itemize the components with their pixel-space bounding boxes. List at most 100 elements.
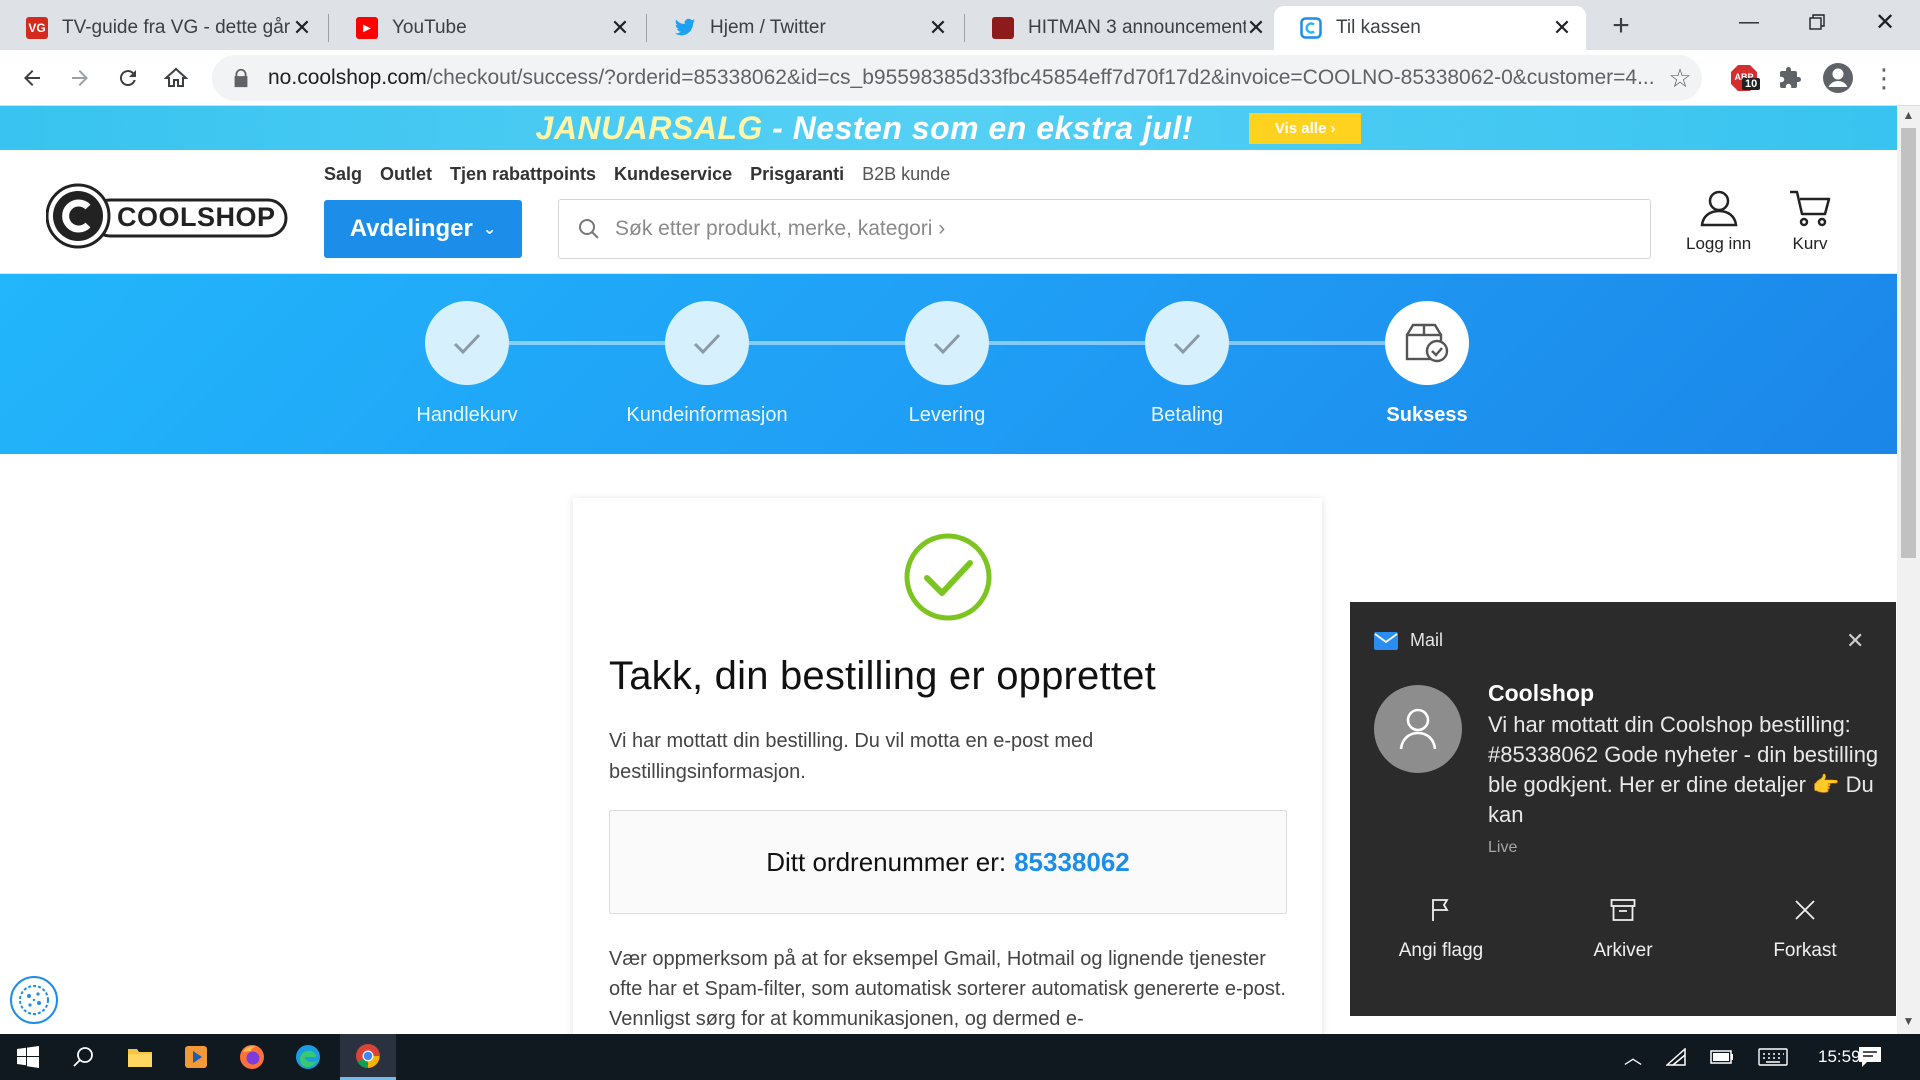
toast-dismiss-button[interactable]: Forkast xyxy=(1714,898,1896,998)
search-button[interactable] xyxy=(56,1034,112,1080)
link-b2b[interactable]: B2B kunde xyxy=(862,164,950,185)
search-input[interactable]: Søk etter produkt, merke, kategori › xyxy=(558,199,1651,259)
link-salg[interactable]: Salg xyxy=(324,164,362,185)
tab-title: Til kassen xyxy=(1336,17,1421,38)
link-kundeservice[interactable]: Kundeservice xyxy=(614,164,732,185)
address-bar[interactable]: no.coolshop.com/checkout/success/?orderi… xyxy=(212,55,1702,101)
login-button[interactable]: Logg inn xyxy=(1686,188,1751,254)
chrome-button[interactable] xyxy=(340,1034,396,1080)
bookmark-star-icon[interactable]: ☆ xyxy=(1658,63,1702,94)
tray-overflow-chevron-icon[interactable]: ︿ xyxy=(1624,1044,1642,1070)
back-button[interactable] xyxy=(14,60,50,96)
mail-notification-toast[interactable]: Mail ✕ Coolshop Vi har mottatt din Cools… xyxy=(1350,602,1896,1016)
step-levering[interactable]: Levering xyxy=(847,301,1047,427)
close-tab-icon[interactable]: ✕ xyxy=(1246,15,1266,40)
close-tab-icon[interactable]: ✕ xyxy=(610,15,630,40)
taskbar-search-icon xyxy=(73,1047,93,1067)
departments-button[interactable]: Avdelinger ⌄ xyxy=(324,200,522,258)
user-icon xyxy=(1700,190,1738,227)
new-tab-button[interactable]: + xyxy=(1605,9,1637,42)
close-tab-icon[interactable]: ✕ xyxy=(292,15,312,40)
toast-action-label: Arkiver xyxy=(1593,940,1653,961)
tab-title: YouTube xyxy=(392,17,467,38)
link-outlet[interactable]: Outlet xyxy=(380,164,432,185)
checkmark-icon xyxy=(1145,301,1229,385)
archive-icon xyxy=(1610,899,1636,921)
profile-button[interactable] xyxy=(1822,62,1854,94)
keyboard-icon[interactable] xyxy=(1758,1048,1788,1066)
top-links: Salg Outlet Tjen rabattpoints Kundeservi… xyxy=(324,164,950,185)
promo-rest: - Nesten som en ekstra jul! xyxy=(762,109,1193,146)
toast-archive-button[interactable]: Arkiver xyxy=(1532,898,1714,998)
action-center-icon xyxy=(1859,1047,1881,1067)
edge-button[interactable] xyxy=(280,1034,336,1080)
windows-logo-icon xyxy=(17,1046,39,1068)
sender-avatar-icon xyxy=(1374,685,1462,773)
toast-sender: Coolshop xyxy=(1488,680,1595,706)
link-prisgaranti[interactable]: Prisgaranti xyxy=(750,164,844,185)
coolshop-favicon-icon xyxy=(1300,17,1322,39)
close-window-button[interactable]: ✕ xyxy=(1854,0,1916,44)
folder-icon xyxy=(128,1049,152,1067)
adblock-extension-button[interactable]: ABP 10 xyxy=(1728,62,1761,94)
close-tab-icon[interactable]: ✕ xyxy=(1552,15,1572,40)
scroll-down-arrow-icon[interactable]: ▼ xyxy=(1897,1014,1920,1032)
toast-action-label: Angi flagg xyxy=(1398,940,1484,961)
toast-close-icon[interactable]: ✕ xyxy=(1846,628,1864,654)
success-title: Takk, din bestilling er opprettet xyxy=(609,654,1156,698)
url-text: no.coolshop.com/checkout/success/?orderi… xyxy=(268,66,1658,90)
browser-tab-strip: VG TV-guide fra VG - dette går ✕ ▶ YouTu… xyxy=(0,0,1920,50)
extensions-button[interactable] xyxy=(1774,62,1806,94)
forward-button[interactable] xyxy=(62,60,98,96)
link-rabattpoints[interactable]: Tjen rabattpoints xyxy=(450,164,596,185)
checkmark-icon xyxy=(905,301,989,385)
toast-action-label: Forkast xyxy=(1773,940,1837,961)
puzzle-icon xyxy=(1780,67,1801,88)
battery-icon[interactable] xyxy=(1710,1050,1734,1064)
youtube-favicon-icon: ▶ xyxy=(356,17,378,39)
tab-separator xyxy=(964,14,965,42)
page-scrollbar[interactable]: ▲ ▼ xyxy=(1897,106,1920,1034)
toast-flag-button[interactable]: Angi flagg xyxy=(1350,898,1532,998)
file-explorer-button[interactable] xyxy=(112,1034,168,1080)
mail-app-icon xyxy=(1374,631,1398,650)
scroll-up-arrow-icon[interactable]: ▲ xyxy=(1897,108,1920,126)
step-label: Betaling xyxy=(1150,404,1224,426)
tab-title: HITMAN 3 announcements xyxy=(1028,17,1246,38)
media-player-button[interactable] xyxy=(168,1034,224,1080)
tab-twitter[interactable]: Hjem / Twitter ✕ xyxy=(648,6,962,50)
checkout-steps: Handlekurv Kundeinformasjon Levering Bet… xyxy=(0,274,1897,454)
tab-til-kassen[interactable]: Til kassen ✕ xyxy=(1274,6,1586,50)
restore-button[interactable] xyxy=(1786,0,1848,44)
coolshop-logo[interactable]: COOLSHOP xyxy=(45,180,290,250)
chrome-menu-button[interactable]: ⋮ xyxy=(1868,62,1900,94)
minimize-button[interactable]: — xyxy=(1718,0,1780,44)
step-kundeinformasjon[interactable]: Kundeinformasjon xyxy=(607,301,807,427)
wifi-icon[interactable] xyxy=(1666,1048,1686,1066)
promo-banner[interactable]: JANUARSALG - Nesten som en ekstra jul! V… xyxy=(0,106,1897,150)
toast-account-tag: Live xyxy=(1488,839,1518,856)
checkmark-icon xyxy=(665,301,749,385)
tab-vg[interactable]: VG TV-guide fra VG - dette går ✕ xyxy=(0,6,326,50)
notification-center-button[interactable] xyxy=(1842,1034,1898,1080)
step-label: Handlekurv xyxy=(416,404,518,426)
reload-button[interactable] xyxy=(110,60,146,96)
dismiss-x-icon xyxy=(1795,900,1815,920)
close-tab-icon[interactable]: ✕ xyxy=(928,15,948,40)
cart-button[interactable]: Kurv xyxy=(1788,188,1832,254)
promo-show-all-button[interactable]: Vis alle › xyxy=(1248,112,1362,144)
hitman-favicon-icon xyxy=(992,17,1014,39)
tab-youtube[interactable]: ▶ YouTube ✕ xyxy=(330,6,644,50)
toast-app-name: Mail xyxy=(1410,630,1444,650)
tab-hitman[interactable]: HITMAN 3 announcements ✕ xyxy=(966,6,1280,50)
logo-text: COOLSHOP xyxy=(117,202,276,232)
step-betaling[interactable]: Betaling xyxy=(1087,301,1287,427)
home-button[interactable] xyxy=(158,60,194,96)
step-handlekurv[interactable]: Handlekurv xyxy=(367,301,567,427)
firefox-button[interactable] xyxy=(224,1034,280,1080)
cookie-settings-button[interactable] xyxy=(10,976,58,1024)
toast-body: Vi har mottatt din Coolshop bestilling: … xyxy=(1488,712,1879,827)
toast-actions: Angi flagg Arkiver Forkast xyxy=(1350,898,1896,998)
scrollbar-thumb[interactable] xyxy=(1901,128,1916,558)
start-button[interactable] xyxy=(0,1034,56,1080)
